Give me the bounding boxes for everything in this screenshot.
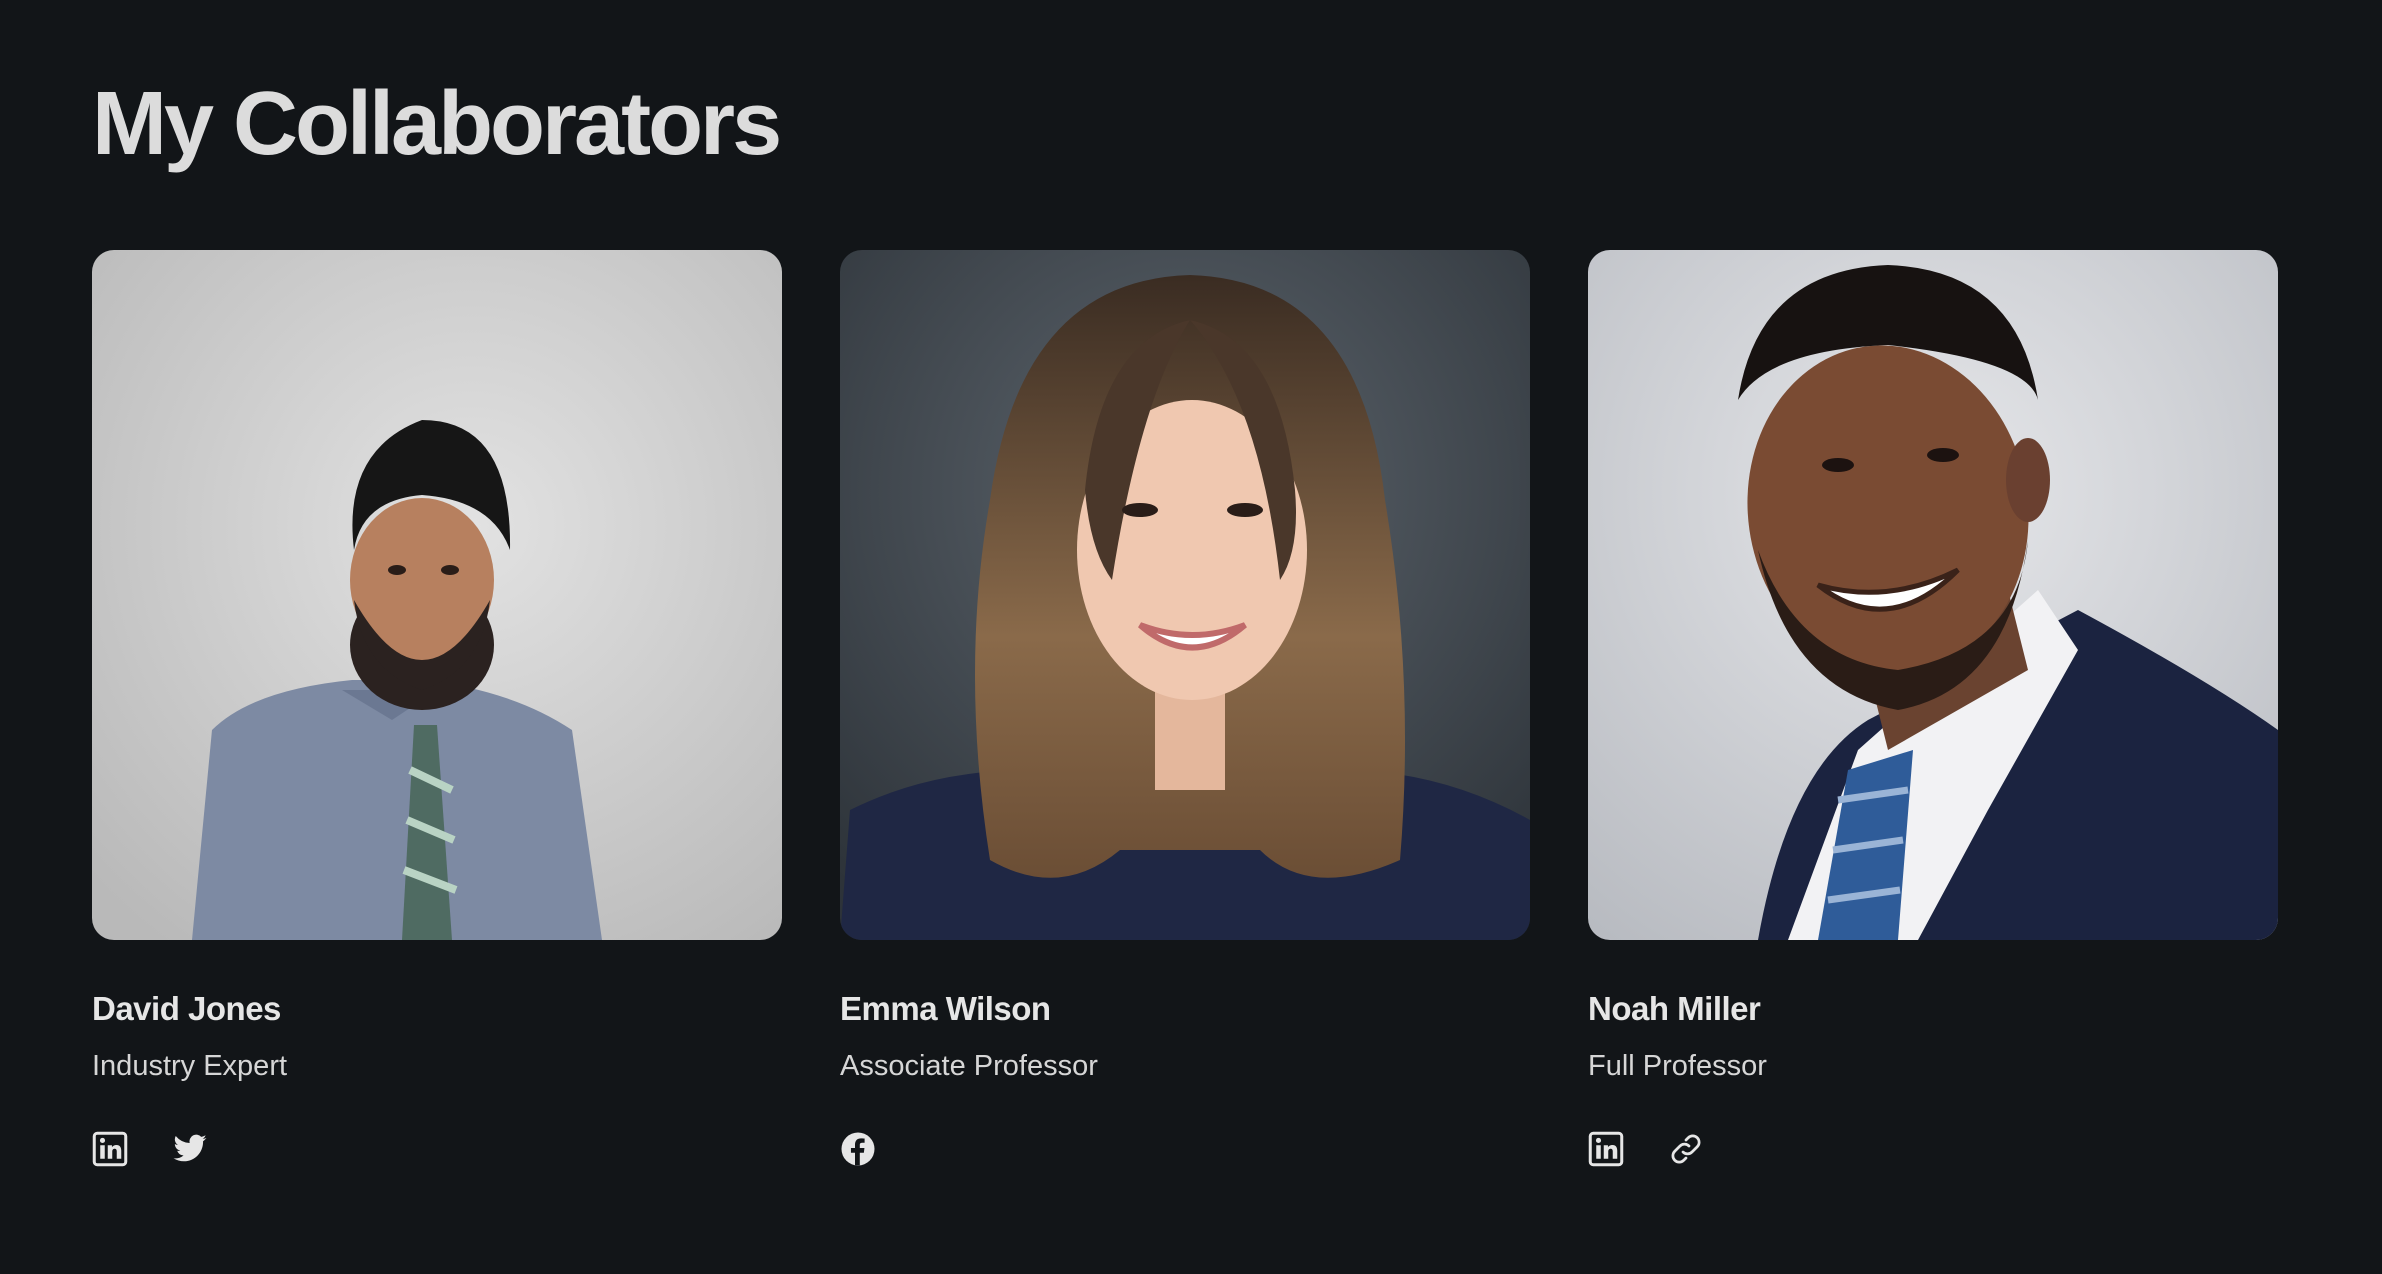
- collaborator-role: Full Professor: [1588, 1050, 1767, 1082]
- linkedin-icon[interactable]: [1588, 1131, 1624, 1167]
- page-title: My Collaborators: [92, 74, 782, 174]
- collaborator-photo: [840, 250, 1530, 940]
- facebook-icon[interactable]: [840, 1131, 876, 1167]
- portrait-man-suit-image: [1588, 250, 2278, 940]
- collaborator-name: Noah Miller: [1588, 990, 1761, 1027]
- collaborator-role: Industry Expert: [92, 1050, 288, 1082]
- collaborator-card: David Jones Industry Expert: [92, 250, 782, 1167]
- collaborator-photo: [1588, 250, 2278, 940]
- social-links: [1588, 1131, 2278, 1167]
- collaborators-page: My Collaborators David Jones Industry Ex…: [0, 0, 2382, 1274]
- portrait-man-turban-image: [92, 250, 782, 940]
- collaborator-card: Emma Wilson Associate Professor: [840, 250, 1530, 1167]
- link-icon[interactable]: [1668, 1131, 1704, 1167]
- collaborator-card: Noah Miller Full Professor: [1588, 250, 2278, 1167]
- social-links: [92, 1131, 782, 1167]
- collaborator-name: Emma Wilson: [840, 990, 1051, 1027]
- twitter-icon[interactable]: [172, 1131, 208, 1167]
- social-links: [840, 1131, 1530, 1167]
- collaborator-name: David Jones: [92, 990, 281, 1027]
- portrait-woman-image: [840, 250, 1530, 940]
- linkedin-icon[interactable]: [92, 1131, 128, 1167]
- collaborators-grid: David Jones Industry Expert Emma Wilson …: [92, 250, 2278, 1167]
- collaborator-photo: [92, 250, 782, 940]
- collaborator-role: Associate Professor: [840, 1050, 1098, 1082]
